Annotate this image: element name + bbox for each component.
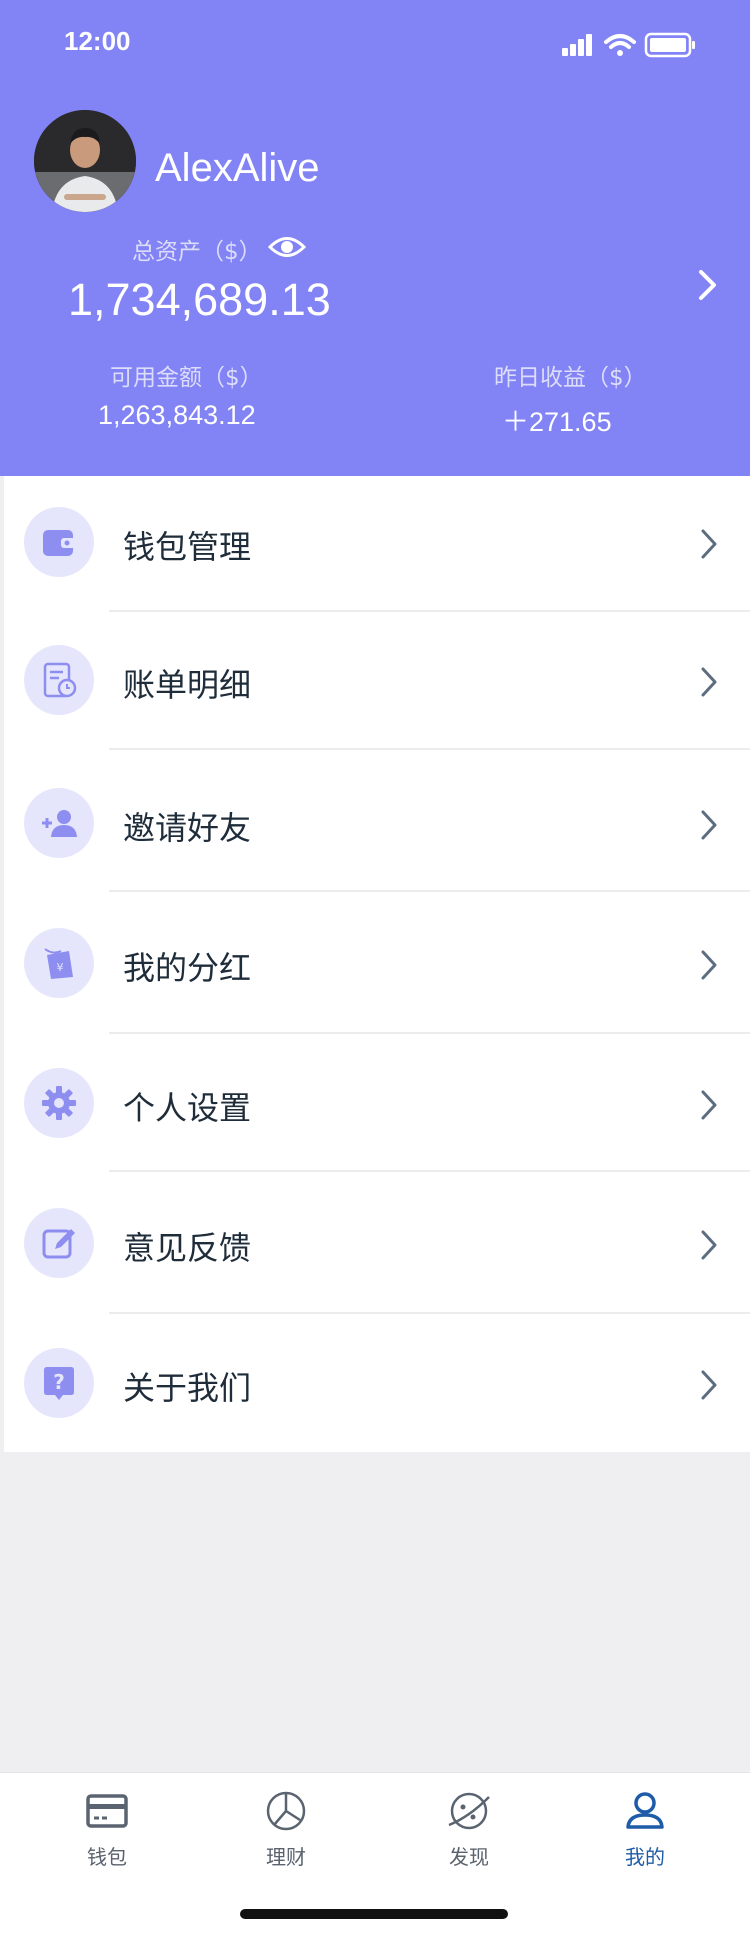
menu-label: 个人设置 (123, 1089, 252, 1127)
tab-finance[interactable]: 理财 (231, 1787, 341, 1877)
menu-label: 意见反馈 (123, 1229, 252, 1267)
chevron-right-icon (701, 1370, 717, 1400)
add-friend-icon (24, 788, 94, 858)
username: AlexAlive (155, 146, 320, 190)
menu-list: 钱包管理 账单明细 邀请好友 ¥ 我的分红 个人设置 意见反馈 ? 关于我们 (4, 476, 750, 1452)
tab-label: 发现 (449, 1845, 489, 1869)
divider (109, 890, 750, 892)
feedback-edit-icon (24, 1208, 94, 1278)
status-time: 12:00 (64, 26, 131, 56)
divider (109, 1032, 750, 1034)
planet-icon (448, 1792, 490, 1830)
wallet-icon (24, 507, 94, 577)
menu-item-wallet[interactable]: 钱包管理 (4, 476, 750, 616)
eye-icon[interactable] (268, 232, 306, 262)
divider (109, 748, 750, 750)
menu-item-feedback[interactable]: 意见反馈 (4, 1174, 750, 1314)
menu-item-about-us[interactable]: ? 关于我们 (4, 1316, 750, 1456)
tab-label: 我的 (625, 1845, 665, 1869)
menu-item-bill-detail[interactable]: 账单明细 (4, 614, 750, 754)
tab-label: 钱包 (87, 1845, 127, 1869)
total-assets-label: 总资产（$） (132, 239, 262, 265)
gear-icon (24, 1068, 94, 1138)
avatar[interactable] (34, 110, 136, 212)
tab-label: 理财 (266, 1845, 306, 1869)
signal-icon (562, 34, 592, 56)
chevron-right-icon (701, 1230, 717, 1260)
yesterday-earnings-value: ＋271.65 (502, 407, 612, 437)
home-indicator (240, 1909, 508, 1919)
menu-label: 关于我们 (123, 1369, 252, 1407)
chevron-right-icon[interactable] (697, 268, 719, 302)
menu-item-personal-settings[interactable]: 个人设置 (4, 1036, 750, 1176)
menu-item-invite-friends[interactable]: 邀请好友 (4, 752, 750, 892)
svg-text:?: ? (53, 1370, 65, 1394)
chevron-right-icon (701, 529, 717, 559)
user-icon (626, 1792, 664, 1829)
chevron-right-icon (701, 810, 717, 840)
chevron-right-icon (701, 1090, 717, 1120)
pie-chart-icon (266, 1791, 306, 1831)
dividend-icon: ¥ (24, 928, 94, 998)
card-icon (86, 1794, 128, 1828)
available-label: 可用金额（$） (110, 365, 263, 391)
tab-mine[interactable]: 我的 (590, 1787, 700, 1877)
available-value: 1,263,843.12 (98, 400, 256, 430)
menu-label: 我的分红 (123, 949, 252, 987)
chevron-right-icon (701, 950, 717, 980)
divider (109, 610, 750, 612)
bill-detail-icon (24, 645, 94, 715)
tab-wallet[interactable]: 钱包 (52, 1787, 162, 1877)
help-icon: ? (24, 1348, 94, 1418)
profile-header: 12:00 AlexAlive 总资产（$） 1,734,689.13 可用金额… (0, 0, 750, 476)
yesterday-earnings-label: 昨日收益（$） (494, 365, 647, 391)
tab-discover[interactable]: 发现 (414, 1787, 524, 1877)
menu-label: 钱包管理 (123, 528, 252, 566)
menu-label: 邀请好友 (123, 809, 252, 847)
battery-icon (644, 32, 695, 58)
status-icons (562, 32, 695, 58)
chevron-right-icon (701, 667, 717, 697)
menu-label: 账单明细 (123, 666, 252, 704)
divider (109, 1170, 750, 1172)
divider (109, 1312, 750, 1314)
menu-item-my-dividend[interactable]: ¥ 我的分红 (4, 894, 750, 1034)
total-assets-value: 1,734,689.13 (68, 274, 331, 325)
wifi-icon (604, 34, 636, 56)
svg-text:¥: ¥ (57, 961, 64, 974)
